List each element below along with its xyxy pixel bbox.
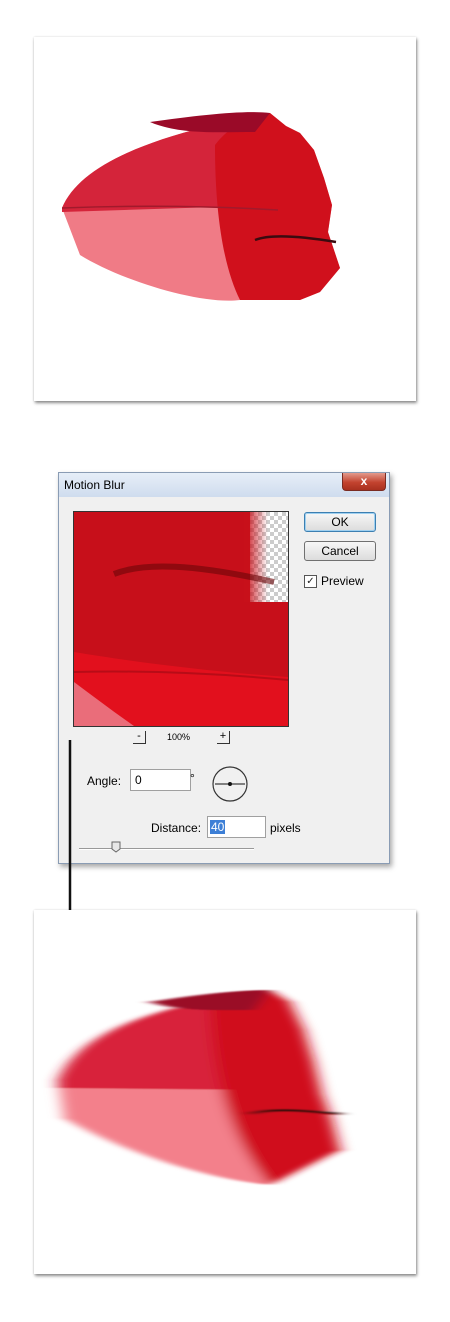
angle-input[interactable]: 0 [130,769,191,791]
filter-preview[interactable] [73,511,289,727]
zoom-out-button[interactable]: - [133,731,146,744]
degree-symbol: ° [190,771,195,785]
zoom-level: 100% [167,732,191,742]
motion-blur-dialog: Motion Blur x OK Cancel ✓ Preview - 100%… [58,472,390,864]
distance-slider-track[interactable] [79,848,254,850]
original-image-card [34,37,416,401]
checkbox-check-icon: ✓ [306,576,315,587]
dialog-title: Motion Blur [64,478,125,492]
zoom-in-button[interactable]: + [217,731,230,744]
preview-image [74,512,288,726]
close-button[interactable]: x [342,473,386,491]
distance-value: 40 [210,820,226,834]
preview-checkbox[interactable]: ✓ [304,575,317,588]
angle-dial-icon[interactable] [211,765,249,803]
cancel-button[interactable]: Cancel [304,541,376,561]
preview-label: Preview [321,574,364,588]
blurred-image-card [34,910,416,1274]
close-icon: x [360,474,368,488]
slider-thumb-icon[interactable] [111,841,121,853]
blurred-umbrella-image [58,990,341,1185]
distance-label: Distance: [151,821,202,835]
pixels-label: pixels [270,821,301,835]
dialog-titlebar[interactable]: Motion Blur x [59,473,389,497]
angle-label: Angle: [87,774,122,788]
ok-button[interactable]: OK [304,512,376,532]
distance-input[interactable]: 40 [207,816,266,838]
umbrella-image [61,112,340,301]
